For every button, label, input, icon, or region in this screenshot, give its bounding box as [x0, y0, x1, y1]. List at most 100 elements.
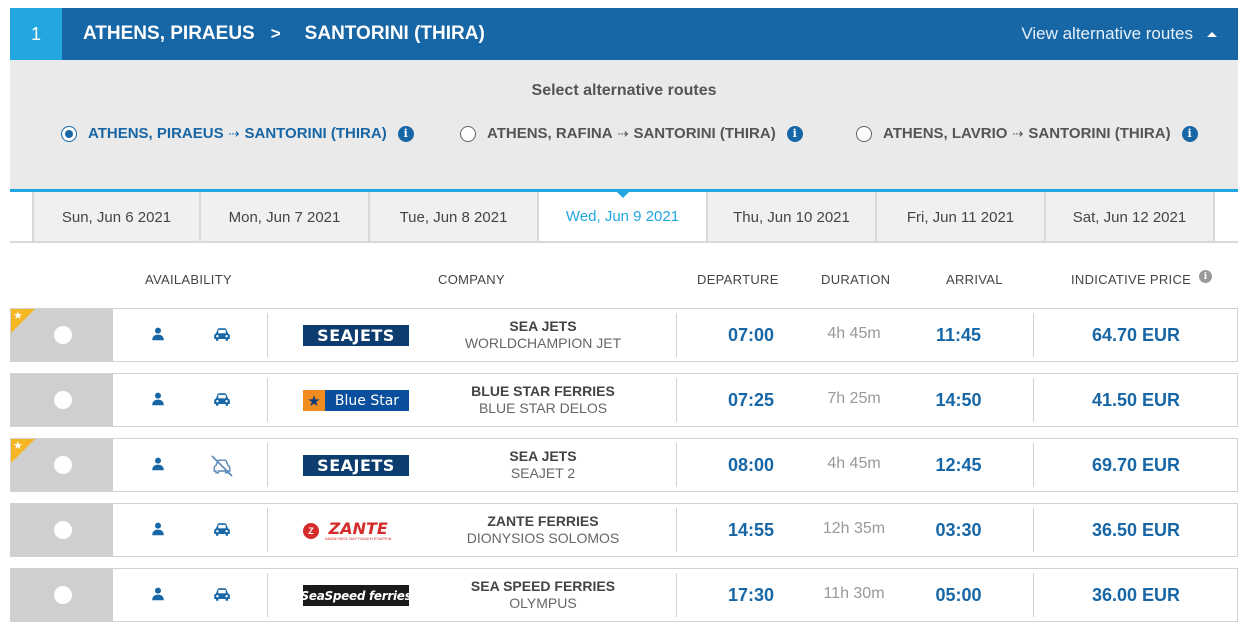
column-divider	[1033, 508, 1034, 552]
info-icon[interactable]: i	[1181, 125, 1198, 142]
column-divider	[1033, 573, 1034, 617]
alt-route-option-rafina[interactable]: ATHENS, RAFINA ⇢ SANTORINI (THIRA) i	[460, 125, 803, 142]
passenger-icon	[151, 587, 165, 606]
column-divider	[1033, 443, 1034, 487]
select-radio[interactable]	[54, 521, 72, 539]
departure-time: 17:30	[727, 585, 775, 605]
date-selector: Sun, Jun 6 2021 Mon, Jun 7 2021 Tue, Jun…	[10, 189, 1238, 243]
select-cell[interactable]: ★	[11, 439, 113, 491]
zante-emblem-icon: Z	[303, 522, 319, 539]
price: 36.00 EUR	[1091, 585, 1181, 605]
date-bar-divider	[10, 241, 1238, 243]
date-tab-jun-12[interactable]: Sat, Jun 12 2021	[1046, 192, 1215, 243]
info-icon[interactable]: i	[1199, 270, 1213, 283]
result-row[interactable]: Z ZANTE ΑΝΩΝΥΜΟΣ ΝΑΥΤΙΛΙΑΚΗ ΕΤΑΙΡΕΙΑ ZANTE …	[10, 503, 1238, 557]
select-radio[interactable]	[54, 456, 72, 474]
logo-text: Blue Star	[334, 392, 400, 409]
arrival-time: 14:50	[935, 390, 982, 410]
no-car-icon	[209, 453, 235, 484]
star-icon: ★	[13, 309, 23, 322]
date-tab-jun-7[interactable]: Mon, Jun 7 2021	[201, 192, 370, 243]
arrival-time: 05:00	[935, 585, 982, 605]
column-divider	[1033, 313, 1034, 357]
column-header-company: COMPANY	[438, 272, 505, 287]
radio-unselected-icon[interactable]	[856, 125, 872, 142]
price-header-label: INDICATIVE PRICE	[1071, 272, 1192, 287]
radio-unselected-icon[interactable]	[460, 125, 476, 142]
date-tab-jun-9[interactable]: Wed, Jun 9 2021	[539, 191, 708, 243]
date-tab-jun-8[interactable]: Tue, Jun 8 2021	[370, 192, 539, 243]
vessel-name: BLUE STAR DELOS	[478, 400, 608, 416]
date-tab-jun-11[interactable]: Fri, Jun 11 2021	[877, 192, 1046, 243]
car-icon	[213, 392, 231, 412]
result-row[interactable]: SeaSpeed ferries SEA SPEED FERRIES OLYMPUS…	[10, 568, 1238, 622]
alternative-routes-panel: Select alternative routes ATHENS, PIRAEU…	[10, 60, 1238, 189]
logo-text: SEAJETS	[317, 326, 395, 345]
column-header-departure: DEPARTURE	[697, 272, 779, 287]
step-number: 1	[10, 8, 62, 60]
alt-route-option-piraeus[interactable]: ATHENS, PIRAEUS ⇢ SANTORINI (THIRA) i	[61, 125, 414, 142]
passenger-icon	[151, 522, 165, 541]
company-name: BLUE STAR FERRIES	[471, 383, 615, 399]
company-name: SEA SPEED FERRIES	[470, 578, 616, 594]
logo-text: SeaSpeed ferries	[303, 588, 409, 603]
arrow-icon: ⇢	[228, 125, 240, 141]
arrival-time: 03:30	[935, 520, 982, 540]
date-tab-jun-6[interactable]: Sun, Jun 6 2021	[32, 192, 201, 243]
column-header-availability: AVAILABILITY	[145, 272, 232, 287]
arrow-icon: ⇢	[617, 125, 629, 141]
column-divider	[676, 378, 677, 422]
view-alternative-routes-toggle[interactable]: View alternative routes	[1021, 8, 1217, 60]
car-icon	[213, 587, 231, 607]
column-divider	[1033, 378, 1034, 422]
column-header-duration: DURATION	[821, 272, 891, 287]
passenger-icon	[151, 327, 165, 346]
company-logo: Z ZANTE ΑΝΩΝΥΜΟΣ ΝΑΥΤΙΛΙΑΚΗ ΕΤΑΙΡΕΙΑ	[303, 520, 409, 541]
trip-duration: 11h 30m	[823, 585, 885, 602]
company-logo: SEAJETS	[303, 455, 409, 476]
alt-route-from: ATHENS, PIRAEUS	[88, 125, 224, 142]
company-logo: SEAJETS	[303, 325, 409, 346]
trip-duration: 12h 35m	[822, 520, 886, 537]
route-from: ATHENS, PIRAEUS	[83, 23, 255, 44]
date-tab-jun-10[interactable]: Thu, Jun 10 2021	[708, 192, 877, 243]
column-divider	[267, 573, 268, 617]
column-divider	[676, 573, 677, 617]
select-cell[interactable]	[11, 504, 113, 556]
result-row[interactable]: ★ SEAJETS SEA JETS WORLDCHAMPION JET 07:00 4h…	[10, 308, 1238, 362]
column-header-arrival: ARRIVAL	[946, 272, 1003, 287]
column-divider	[267, 313, 268, 357]
select-radio[interactable]	[54, 326, 72, 344]
alt-route-to: SANTORINI (THIRA)	[1028, 125, 1171, 142]
trip-duration: 4h 45m	[827, 325, 881, 342]
select-cell[interactable]: ★	[11, 309, 113, 361]
trip-duration: 4h 45m	[827, 455, 881, 472]
select-cell[interactable]	[11, 374, 113, 426]
departure-time: 07:25	[727, 390, 775, 410]
route-to: SANTORINI (THIRA)	[304, 23, 485, 44]
arrival-time: 12:45	[935, 455, 982, 475]
logo-text: ZANTE	[328, 518, 388, 538]
company-logo: ★ Blue Star	[303, 390, 409, 411]
select-radio[interactable]	[54, 586, 72, 604]
vessel-name: DIONYSIOS SOLOMOS	[466, 530, 620, 546]
logo-text: SEAJETS	[317, 456, 395, 475]
arrival-time: 11:45	[935, 325, 982, 345]
caret-up-icon	[1207, 31, 1217, 37]
result-row[interactable]: ★ Blue Star BLUE STAR FERRIES BLUE STAR DEL…	[10, 373, 1238, 427]
alt-route-option-lavrio[interactable]: ATHENS, LAVRIO ⇢ SANTORINI (THIRA) i	[856, 125, 1198, 142]
select-radio[interactable]	[54, 391, 72, 409]
route-separator: >	[270, 24, 281, 43]
alt-route-from: ATHENS, RAFINA	[487, 125, 613, 142]
arrow-icon: ⇢	[1012, 125, 1024, 141]
alt-link-label: View alternative routes	[1021, 24, 1193, 43]
info-icon[interactable]: i	[397, 125, 414, 142]
vessel-name: SEAJET 2	[510, 465, 576, 481]
radio-selected-icon[interactable]	[61, 125, 77, 142]
select-cell[interactable]	[11, 569, 113, 621]
price: 69.70 EUR	[1091, 455, 1181, 475]
column-divider	[267, 443, 268, 487]
result-row[interactable]: ★ SEAJETS SEA JETS SEAJET 2 08:00 4h 45m 12:45…	[10, 438, 1238, 492]
info-icon[interactable]: i	[786, 125, 803, 142]
vessel-name: WORLDCHAMPION JET	[464, 335, 622, 351]
